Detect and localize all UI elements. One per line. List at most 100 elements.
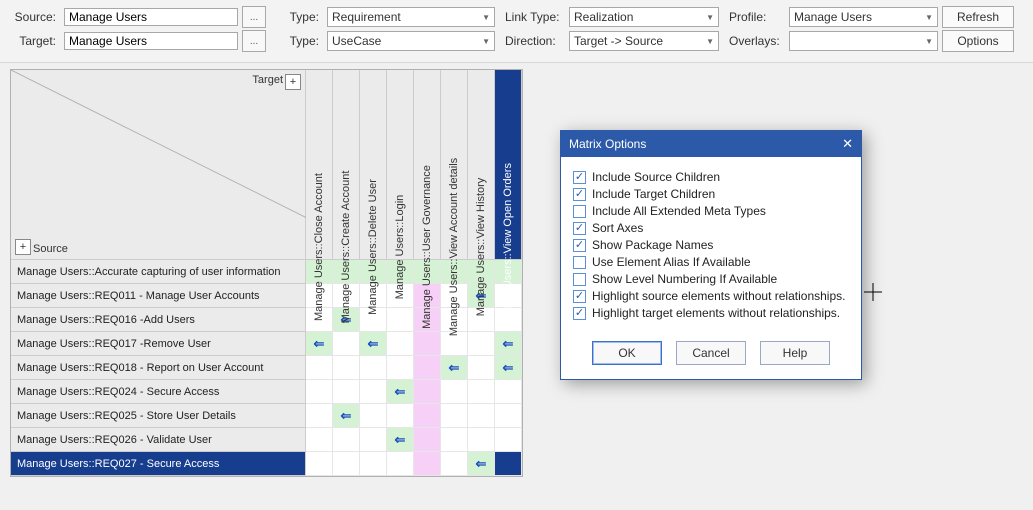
row-header[interactable]: Manage Users::REQ011 - Manage User Accou…: [11, 284, 306, 308]
checkbox[interactable]: [573, 239, 586, 252]
matrix-cell[interactable]: [495, 404, 522, 428]
matrix-cell[interactable]: ⇐: [360, 332, 387, 356]
checkbox[interactable]: [573, 205, 586, 218]
matrix-cell[interactable]: [360, 428, 387, 452]
close-icon[interactable]: ✕: [842, 136, 853, 152]
source-input[interactable]: [64, 8, 238, 26]
top-toolbar: Source: ... Type: Requirement ▼ Link Typ…: [0, 0, 1033, 63]
matrix-cell[interactable]: [387, 404, 414, 428]
matrix-cell[interactable]: [360, 380, 387, 404]
matrix-cell[interactable]: [468, 356, 495, 380]
column-header[interactable]: Manage Users::View Open Orders: [495, 70, 522, 260]
matrix-cell[interactable]: [441, 452, 468, 476]
matrix-cell[interactable]: [414, 404, 441, 428]
matrix-cell[interactable]: [414, 380, 441, 404]
matrix-cell[interactable]: [387, 332, 414, 356]
matrix-cell[interactable]: [333, 380, 360, 404]
matrix-cell[interactable]: ⇐: [495, 332, 522, 356]
matrix-cell[interactable]: [333, 452, 360, 476]
checkbox[interactable]: [573, 256, 586, 269]
matrix-cell[interactable]: [468, 332, 495, 356]
row-header[interactable]: Manage Users::REQ025 - Store User Detail…: [11, 404, 306, 428]
matrix-cell[interactable]: ⇐: [495, 356, 522, 380]
direction-combo[interactable]: Target -> Source ▼: [569, 31, 719, 51]
row-header[interactable]: Manage Users::REQ024 - Secure Access: [11, 380, 306, 404]
matrix-cell[interactable]: ⇐: [306, 332, 333, 356]
row-header[interactable]: Manage Users::REQ017 -Remove User: [11, 332, 306, 356]
checkbox[interactable]: [573, 222, 586, 235]
matrix-cell[interactable]: [414, 356, 441, 380]
matrix-cell[interactable]: [333, 356, 360, 380]
matrix-cell[interactable]: [306, 404, 333, 428]
checkbox[interactable]: [573, 290, 586, 303]
options-button[interactable]: Options: [942, 30, 1014, 52]
option-row: Highlight target elements without relati…: [573, 306, 849, 320]
matrix-cell[interactable]: [468, 404, 495, 428]
expand-target-button[interactable]: +: [285, 74, 301, 90]
matrix-cell[interactable]: [414, 332, 441, 356]
dialog-titlebar[interactable]: Matrix Options ✕: [561, 131, 861, 157]
column-header[interactable]: Manage Users::Login: [387, 70, 414, 260]
matrix-cell[interactable]: [333, 332, 360, 356]
column-header[interactable]: Manage Users::View History: [468, 70, 495, 260]
matrix-cell[interactable]: [387, 308, 414, 332]
checkbox[interactable]: [573, 171, 586, 184]
matrix-cell[interactable]: [468, 380, 495, 404]
chevron-down-icon: ▼: [706, 13, 714, 22]
target-input[interactable]: [64, 32, 238, 50]
matrix-cell[interactable]: [360, 404, 387, 428]
matrix-cell[interactable]: [495, 428, 522, 452]
matrix-cell[interactable]: [441, 380, 468, 404]
cancel-button[interactable]: Cancel: [676, 341, 746, 365]
expand-source-button[interactable]: +: [15, 239, 31, 255]
column-header[interactable]: Manage Users::View Account details: [441, 70, 468, 260]
row-header[interactable]: Manage Users::REQ027 - Secure Access: [11, 452, 306, 476]
help-button[interactable]: Help: [760, 341, 830, 365]
matrix-cell[interactable]: ⇐: [333, 404, 360, 428]
matrix-cell[interactable]: [306, 380, 333, 404]
column-header[interactable]: Manage Users::Delete User: [360, 70, 387, 260]
matrix-cell[interactable]: [306, 452, 333, 476]
matrix-cell[interactable]: [495, 380, 522, 404]
matrix-cell[interactable]: [333, 428, 360, 452]
matrix-cell[interactable]: [414, 428, 441, 452]
chevron-down-icon: ▼: [706, 37, 714, 46]
matrix-cell[interactable]: [495, 452, 522, 476]
option-label: Include Source Children: [592, 170, 720, 184]
checkbox[interactable]: [573, 307, 586, 320]
matrix-cell[interactable]: [468, 428, 495, 452]
row-header[interactable]: Manage Users::REQ026 - Validate User: [11, 428, 306, 452]
ok-button[interactable]: OK: [592, 341, 662, 365]
matrix-cell[interactable]: ⇐: [441, 356, 468, 380]
checkbox[interactable]: [573, 273, 586, 286]
row-header[interactable]: Manage Users::REQ018 - Report on User Ac…: [11, 356, 306, 380]
row-header[interactable]: Manage Users::Accurate capturing of user…: [11, 260, 306, 284]
matrix-cell[interactable]: [360, 356, 387, 380]
target-label: Target:: [6, 34, 60, 48]
column-header[interactable]: Manage Users::Create Account: [333, 70, 360, 260]
matrix-cell[interactable]: [360, 452, 387, 476]
type-top-combo[interactable]: Requirement ▼: [327, 7, 495, 27]
refresh-button[interactable]: Refresh: [942, 6, 1014, 28]
row-header[interactable]: Manage Users::REQ016 -Add Users: [11, 308, 306, 332]
matrix-cell[interactable]: [306, 428, 333, 452]
matrix-cell[interactable]: ⇐: [387, 380, 414, 404]
matrix-cell[interactable]: ⇐: [468, 452, 495, 476]
source-browse-button[interactable]: ...: [242, 6, 266, 28]
matrix-cell[interactable]: [387, 356, 414, 380]
target-browse-button[interactable]: ...: [242, 30, 266, 52]
profile-combo[interactable]: Manage Users ▼: [789, 7, 938, 27]
column-header[interactable]: Manage Users::Close Account: [306, 70, 333, 260]
type-bottom-combo[interactable]: UseCase ▼: [327, 31, 495, 51]
column-header[interactable]: Manage Users::User Governance: [414, 70, 441, 260]
matrix-cell[interactable]: [306, 356, 333, 380]
matrix-cell[interactable]: [414, 452, 441, 476]
matrix-cell[interactable]: ⇐: [387, 428, 414, 452]
matrix-cell[interactable]: [441, 404, 468, 428]
matrix-cell[interactable]: [441, 428, 468, 452]
option-row: Show Package Names: [573, 238, 849, 252]
checkbox[interactable]: [573, 188, 586, 201]
overlays-combo[interactable]: ▼: [789, 31, 938, 51]
linktype-combo[interactable]: Realization ▼: [569, 7, 719, 27]
matrix-cell[interactable]: [387, 452, 414, 476]
